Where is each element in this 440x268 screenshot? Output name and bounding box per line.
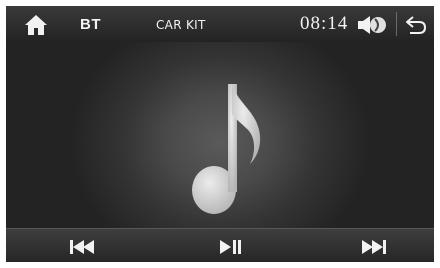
source-label[interactable]: BT (80, 16, 101, 33)
clock: 08:14 (300, 13, 349, 34)
album-art-area (6, 42, 434, 228)
skip-next-icon (362, 240, 386, 254)
previous-track-button[interactable] (64, 236, 100, 258)
music-note-icon (192, 84, 261, 214)
mode-label: CAR KIT (156, 18, 206, 32)
home-icon (25, 15, 47, 35)
play-pause-icon (220, 240, 241, 254)
play-pause-button[interactable] (212, 236, 248, 258)
status-bar-divider (396, 12, 397, 36)
speaker-icon (358, 16, 386, 34)
volume-button[interactable] (357, 13, 387, 37)
car-kit-screen: BT CAR KIT 08:14 (6, 6, 434, 262)
back-button[interactable] (404, 14, 428, 36)
skip-previous-icon (70, 240, 94, 254)
back-arrow-icon (406, 16, 427, 34)
next-track-button[interactable] (356, 236, 392, 258)
home-button[interactable] (24, 14, 48, 36)
status-bar: BT CAR KIT 08:14 (6, 6, 434, 42)
playback-controls (6, 228, 434, 262)
